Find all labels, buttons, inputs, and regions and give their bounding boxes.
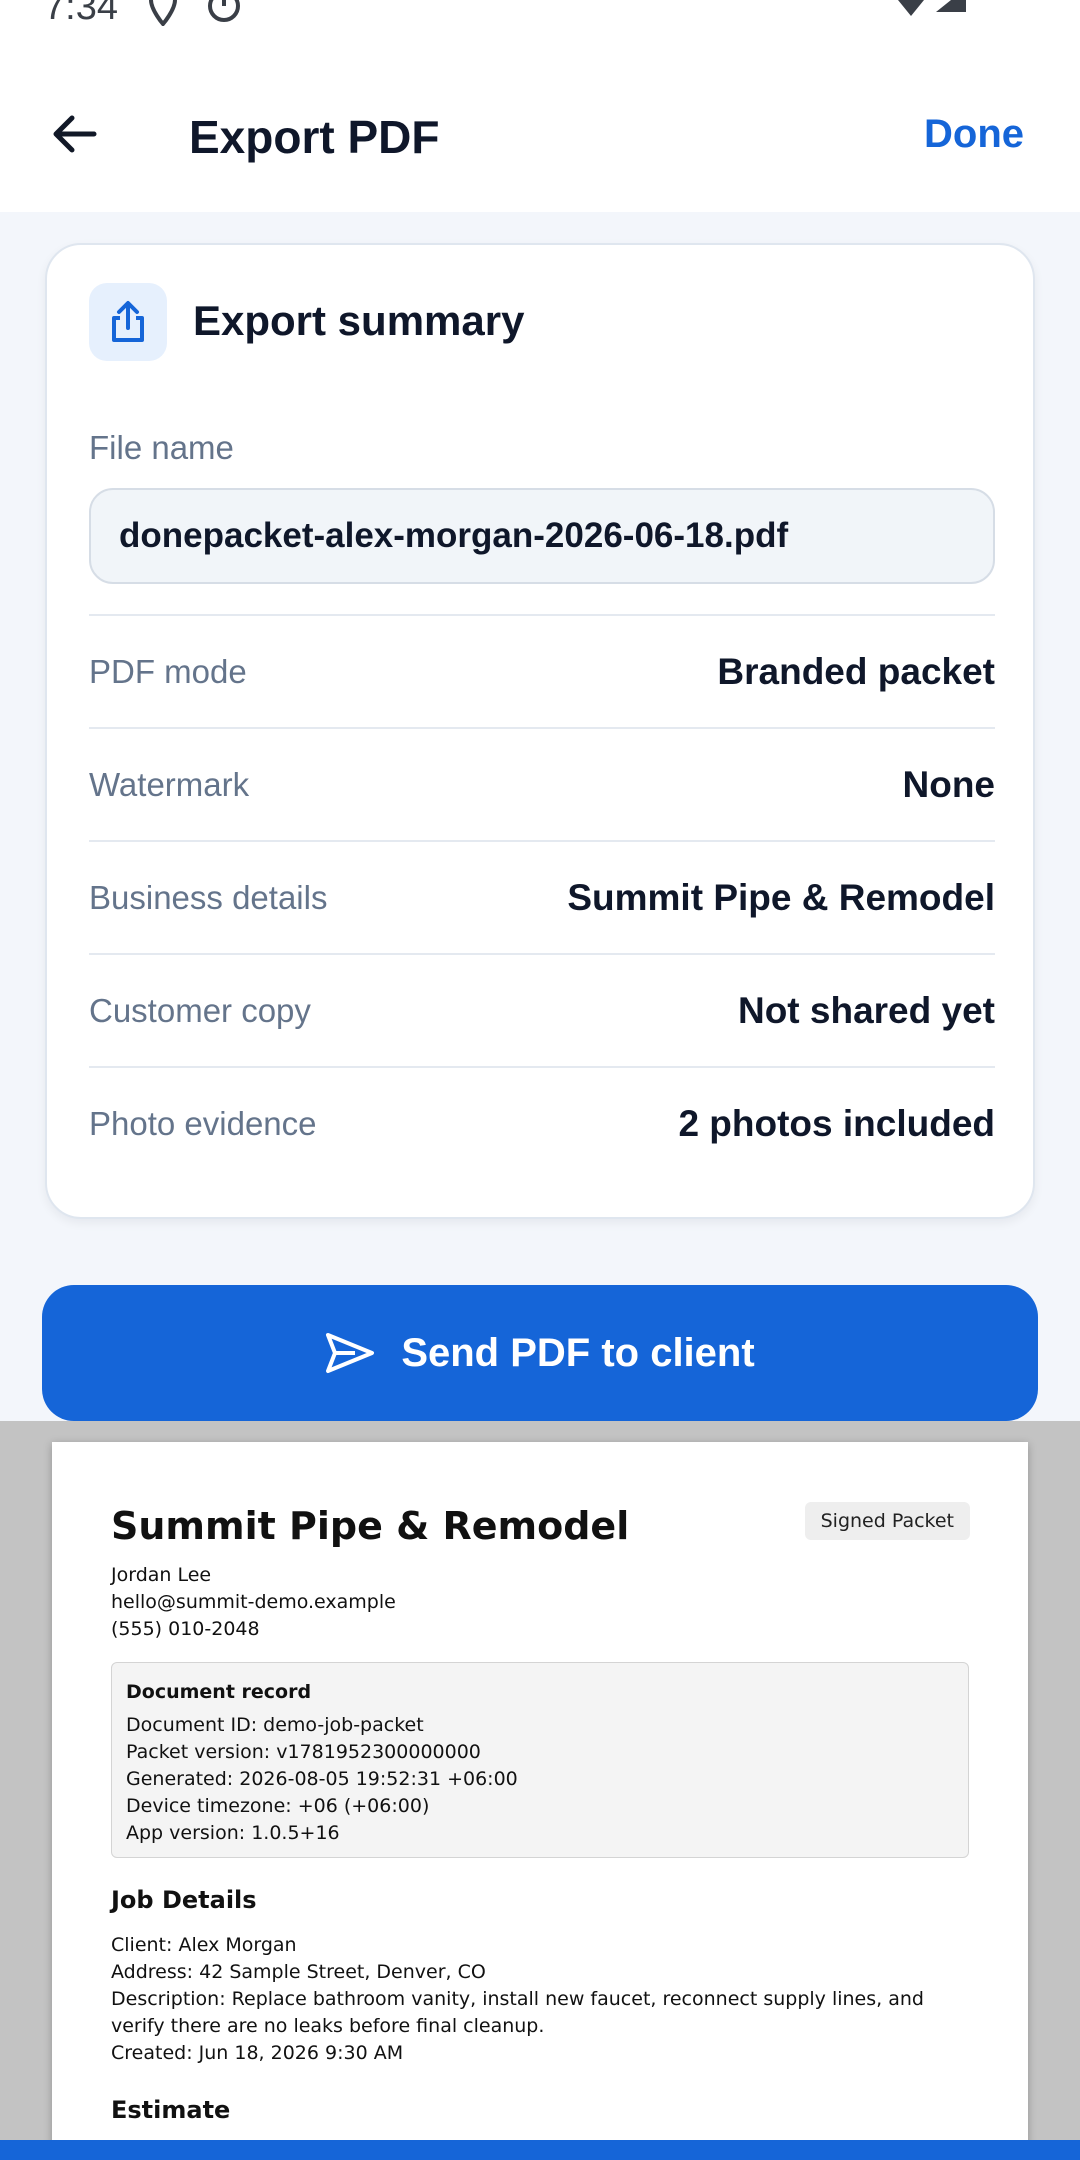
status-icons-right — [896, 0, 968, 22]
file-name-input[interactable] — [89, 488, 995, 584]
share-icon — [112, 301, 144, 342]
send-pdf-label: Send PDF to client — [401, 1330, 755, 1375]
summary-row-photo-evidence: Photo evidence 2 photos included — [89, 1066, 995, 1179]
pdf-record-line: App version: 1.0.5+16 — [126, 1822, 340, 1844]
row-label: Customer copy — [89, 991, 311, 1029]
row-value: Branded packet — [717, 650, 995, 692]
pdf-contact-line: Jordan Lee — [111, 1564, 212, 1586]
row-value: 2 photos included — [678, 1102, 995, 1144]
page-title: Export PDF — [189, 111, 440, 163]
pdf-record-line: Generated: 2026-08-05 19:52:31 +06:00 — [126, 1768, 518, 1790]
card-title: Export summary — [193, 297, 525, 344]
export-summary-card: Export summary File name PDF mode Brande… — [45, 243, 1035, 1219]
pdf-job-line: Client: Alex Morgan — [111, 1934, 297, 1956]
pdf-business-name: Summit Pipe & Remodel — [111, 1504, 630, 1548]
pdf-contact-block: Jordan Lee hello@summit-demo.example (55… — [111, 1562, 396, 1643]
pdf-record-line: Document ID: demo-job-packet — [126, 1714, 424, 1736]
bottom-bar-edge — [0, 2140, 1080, 2160]
summary-rows: PDF mode Branded packet Watermark None B… — [89, 614, 995, 1179]
pdf-contact-line: hello@summit-demo.example — [111, 1591, 396, 1613]
pdf-record-title: Document record — [126, 1681, 312, 1703]
location-icon — [148, 0, 178, 26]
row-label: Watermark — [89, 765, 250, 803]
file-name-label: File name — [89, 429, 234, 466]
row-label: PDF mode — [89, 652, 247, 690]
pdf-job-details-title: Job Details — [111, 1886, 257, 1914]
row-label: Business details — [89, 878, 328, 916]
pdf-job-details: Client: Alex Morgan Address: 42 Sample S… — [111, 1932, 971, 2067]
send-icon — [326, 1333, 375, 1373]
timer-icon — [208, 0, 240, 22]
pdf-job-line: Address: 42 Sample Street, Denver, CO — [111, 1961, 486, 1983]
pdf-record-line: Device timezone: +06 (+06:00) — [126, 1795, 430, 1817]
summary-row-customer-copy: Customer copy Not shared yet — [89, 953, 995, 1066]
back-button[interactable] — [44, 104, 104, 164]
status-time: 7:34 — [44, 0, 118, 28]
summary-row-pdf-mode: PDF mode Branded packet — [89, 614, 995, 727]
row-value: None — [902, 763, 996, 805]
pdf-record-line: Packet version: v1781952300000000 — [126, 1741, 481, 1763]
pdf-estimate-title: Estimate — [111, 2096, 231, 2124]
row-value: Not shared yet — [737, 989, 995, 1031]
status-icons-left — [148, 0, 242, 26]
pdf-preview-page: Summit Pipe & Remodel Signed Packet Jord… — [52, 1442, 1028, 2160]
pdf-document-record: Document record Document ID: demo-job-pa… — [111, 1662, 969, 1858]
pdf-job-line: Created: Jun 18, 2026 9:30 AM — [111, 2042, 404, 2064]
summary-row-business-details: Business details Summit Pipe & Remodel — [89, 840, 995, 953]
done-button[interactable]: Done — [924, 112, 1024, 157]
summary-row-watermark: Watermark None — [89, 727, 995, 840]
app-bar: Export PDF Done — [0, 50, 1080, 212]
row-value: Summit Pipe & Remodel — [567, 876, 995, 918]
pdf-contact-line: (555) 010-2048 — [111, 1618, 260, 1640]
arrow-left-icon — [53, 115, 97, 153]
row-label: Photo evidence — [89, 1104, 317, 1142]
pdf-job-line: Description: Replace bathroom vanity, in… — [111, 1988, 924, 2037]
signal-icon — [936, 0, 966, 12]
share-icon-tile — [89, 283, 167, 361]
status-bar: 7:34 — [0, 0, 1080, 50]
pdf-signed-badge: Signed Packet — [804, 1502, 970, 1540]
send-pdf-button[interactable]: Send PDF to client — [42, 1285, 1038, 1421]
wifi-icon — [898, 0, 924, 16]
